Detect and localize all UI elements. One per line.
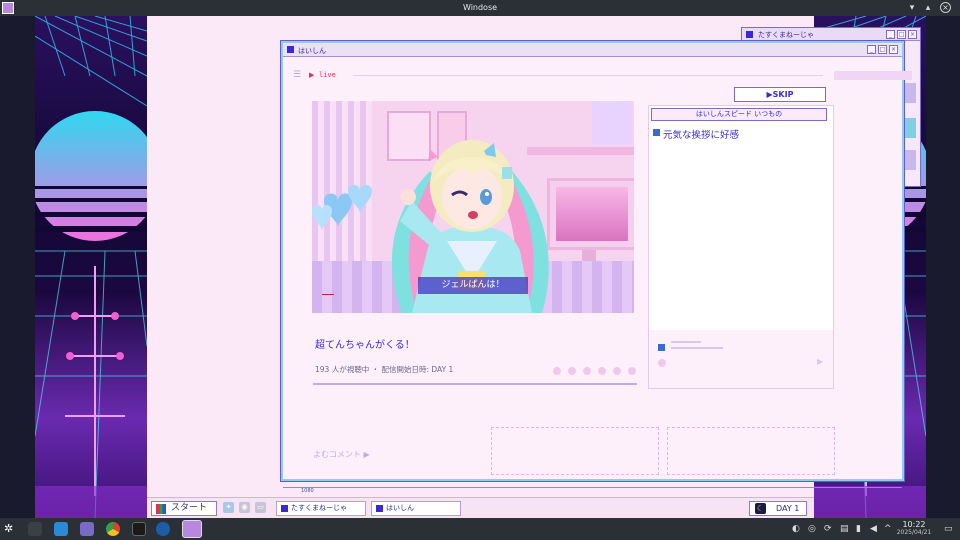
game-viewport: たすくまねーじゃ _ □ × はいしん _ □ × ☰ ▶ live ▶SKIP… bbox=[35, 16, 926, 518]
battery-icon[interactable]: ▮ bbox=[856, 524, 861, 534]
monitor-icon[interactable]: ▭ bbox=[255, 502, 266, 513]
close-icon[interactable]: × bbox=[889, 45, 898, 54]
skip-button[interactable]: ▶SKIP bbox=[734, 87, 826, 102]
send-icon[interactable]: ▶ bbox=[817, 357, 823, 366]
steam-tray-icon[interactable]: ◎ bbox=[808, 524, 816, 534]
minimize-icon[interactable]: ▾ bbox=[906, 2, 918, 14]
window-title: Windose bbox=[462, 3, 498, 12]
stream-window-titlebar[interactable]: はいしん _ □ × bbox=[283, 43, 902, 57]
live-label: live bbox=[319, 71, 336, 79]
page-dot[interactable] bbox=[553, 367, 561, 375]
live-bar-end bbox=[834, 71, 912, 80]
stream-window-title: はいしん bbox=[298, 47, 326, 55]
steam-icon[interactable] bbox=[156, 522, 170, 536]
start-icon bbox=[156, 504, 166, 514]
divider bbox=[313, 383, 637, 385]
file-manager-icon[interactable] bbox=[54, 522, 68, 536]
divider bbox=[353, 75, 823, 76]
window-icon bbox=[281, 505, 288, 512]
synthwave-scenery-left bbox=[35, 16, 147, 518]
room-monitor-stand bbox=[582, 250, 596, 261]
stream-video: ジェルばんは！ bbox=[312, 101, 634, 313]
close-icon[interactable]: × bbox=[908, 30, 917, 39]
stream-progress bbox=[322, 294, 334, 295]
stream-window: はいしん _ □ × ☰ ▶ live ▶SKIP ジェルばんは！ 超てんちゃん… bbox=[280, 40, 912, 494]
maximize-icon[interactable]: ▴ bbox=[922, 2, 934, 14]
live-bar: ☰ ▶ live bbox=[293, 70, 912, 81]
tasks-titlebar[interactable]: たすくまねーじゃ _ □ × bbox=[742, 28, 920, 41]
page-dot[interactable] bbox=[568, 367, 576, 375]
host-taskbar: ✲ ◐ ◎ ⟳ ▤ ▮ ◀ ^ 10:22 2025/04/21 ▭ bbox=[0, 518, 960, 540]
start-button[interactable]: スタート bbox=[151, 501, 217, 516]
start-label: スタート bbox=[171, 503, 208, 513]
resolution-label: 1080 bbox=[301, 488, 314, 494]
window-icon bbox=[746, 31, 753, 38]
host-titlebar: Windose ▾ ▴ × bbox=[0, 0, 960, 16]
app-icon[interactable] bbox=[80, 522, 94, 536]
comment-icon bbox=[653, 129, 660, 136]
task-item[interactable] bbox=[902, 118, 916, 138]
game-app-icon[interactable] bbox=[182, 520, 202, 538]
day-label: DAY 1 bbox=[776, 504, 800, 513]
twitter-icon[interactable]: ✦ bbox=[223, 502, 234, 513]
taskbar-item-tasks[interactable]: たすくまねーじゃ bbox=[276, 501, 366, 516]
viewer-count: 193 人が視聴中 ・ 配信開始日時: DAY 1 bbox=[315, 365, 454, 374]
user-icon bbox=[658, 344, 665, 351]
window-icon bbox=[287, 46, 294, 53]
page-dot[interactable] bbox=[583, 367, 591, 375]
maximize-icon[interactable]: □ bbox=[897, 30, 906, 39]
clock-date: 2025/04/21 bbox=[896, 529, 932, 536]
chrome-icon[interactable] bbox=[106, 522, 120, 536]
chat-panel: はいしんスピード いつもの 元気な挨拶に好感 ▶ bbox=[648, 105, 834, 389]
launcher-icon[interactable]: ✲ bbox=[4, 522, 18, 536]
sync-icon[interactable]: ⟳ bbox=[824, 524, 832, 534]
minimize-icon[interactable]: _ bbox=[886, 30, 895, 39]
page-dot[interactable] bbox=[628, 367, 636, 375]
camera-icon[interactable]: ◉ bbox=[239, 502, 250, 513]
tasks-window-title: たすくまねーじゃ bbox=[758, 31, 814, 39]
taskbar-item-stream[interactable]: はいしん bbox=[371, 501, 461, 516]
placeholder-line bbox=[671, 347, 723, 349]
window-icon bbox=[376, 505, 383, 512]
comment-slot[interactable] bbox=[491, 427, 659, 475]
page-dot[interactable] bbox=[598, 367, 606, 375]
maximize-icon[interactable]: □ bbox=[878, 45, 887, 54]
read-comments-label[interactable]: よむコメント ▶ bbox=[313, 449, 370, 460]
live-play-icon: ▶ bbox=[309, 71, 315, 79]
page-dot[interactable] bbox=[613, 367, 621, 375]
close-icon[interactable]: × bbox=[940, 2, 951, 13]
task-item[interactable] bbox=[902, 83, 916, 103]
stream-caption: ジェルばんは！ bbox=[418, 277, 528, 294]
moon-icon: ☾ bbox=[755, 503, 766, 514]
show-desktop-icon[interactable]: ▭ bbox=[944, 524, 953, 534]
terminal-icon[interactable] bbox=[132, 522, 146, 536]
chat-input-area: ▶ bbox=[649, 330, 833, 388]
day-indicator: ☾ DAY 1 bbox=[749, 501, 807, 516]
clock-time[interactable]: 10:22 bbox=[898, 520, 930, 529]
clipboard-icon[interactable]: ▤ bbox=[840, 524, 849, 534]
discord-icon[interactable]: ◐ bbox=[792, 524, 800, 534]
placeholder-line bbox=[671, 341, 701, 343]
task-item[interactable] bbox=[902, 150, 916, 170]
emoji-icon[interactable] bbox=[658, 359, 666, 367]
volume-icon[interactable]: ◀ bbox=[870, 524, 877, 534]
menu-icon[interactable]: ☰ bbox=[293, 70, 303, 80]
taskbar-item-label: たすくまねーじゃ bbox=[291, 504, 347, 512]
stream-speed-selector[interactable]: はいしんスピード いつもの bbox=[651, 108, 827, 121]
game-desktop: たすくまねーじゃ _ □ × はいしん _ □ × ☰ ▶ live ▶SKIP… bbox=[147, 16, 921, 518]
expand-tray-icon[interactable]: ^ bbox=[884, 524, 892, 534]
game-taskbar: スタート ✦ ◉ ▭ たすくまねーじゃ はいしん ☾ DAY 1 bbox=[147, 497, 814, 518]
workspace-icon[interactable] bbox=[28, 522, 42, 536]
divider bbox=[283, 487, 902, 488]
stream-title: 超てんちゃんがくる！ bbox=[315, 340, 415, 351]
chat-message-text: 元気な挨拶に好感 bbox=[663, 130, 740, 141]
poster bbox=[592, 101, 632, 145]
taskbar-item-label: はいしん bbox=[386, 504, 414, 512]
comment-slot[interactable] bbox=[667, 427, 835, 475]
minimize-icon[interactable]: _ bbox=[867, 45, 876, 54]
